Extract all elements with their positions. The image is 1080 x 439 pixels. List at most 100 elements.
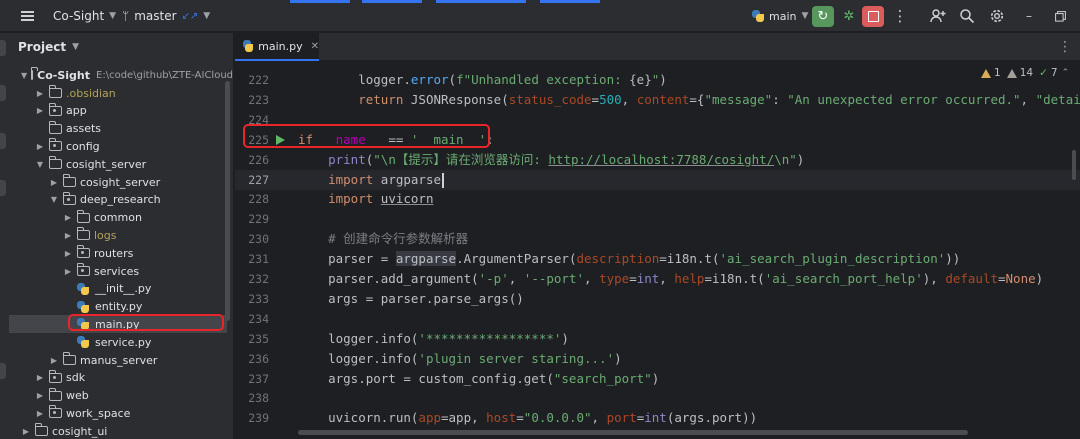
restore-icon[interactable]	[1048, 0, 1072, 32]
line-number[interactable]: 225	[235, 130, 269, 150]
tab-main-py[interactable]: main.py ✕	[235, 33, 319, 61]
code-line[interactable]: 224	[235, 110, 1080, 130]
tree-item[interactable]: service.py	[9, 333, 227, 351]
code-line[interactable]: 239 uvicorn.run(app=app, host="0.0.0.0",…	[235, 408, 1080, 428]
line-number[interactable]: 233	[235, 289, 269, 309]
search-icon[interactable]	[955, 0, 979, 32]
editor-vertical-scrollbar[interactable]	[1072, 150, 1076, 180]
tool-window-button[interactable]	[0, 180, 6, 196]
chevron-right-icon[interactable]: ▶	[49, 356, 59, 365]
chevron-right-icon[interactable]: ▶	[63, 231, 73, 240]
run-configuration-selector[interactable]: main ▼	[752, 0, 808, 32]
chevron-down-icon[interactable]: ▼	[35, 160, 45, 169]
more-vertical-icon[interactable]: ⋮	[888, 0, 912, 32]
chevron-down-icon[interactable]: ▼	[49, 195, 59, 204]
add-user-icon[interactable]	[926, 0, 950, 32]
tool-window-button[interactable]	[0, 363, 6, 379]
project-panel-header[interactable]: Project ▼	[9, 33, 233, 61]
line-number[interactable]: 234	[235, 309, 269, 329]
tree-item[interactable]: ▶ manus_server	[9, 351, 227, 369]
code-line[interactable]: 234	[235, 309, 1080, 329]
tree-item[interactable]: ▶ web	[9, 387, 227, 405]
project-switcher[interactable]: Co-Sight ▼	[53, 0, 116, 32]
run-gutter-icon[interactable]	[276, 134, 285, 145]
code-line[interactable]: 237 args.port = custom_config.get("searc…	[235, 369, 1080, 389]
tree-item[interactable]: assets	[9, 120, 227, 138]
tree-item[interactable]: __init__.py	[9, 280, 227, 298]
line-number[interactable]: 235	[235, 329, 269, 349]
close-icon[interactable]: ✕	[311, 41, 319, 52]
code-line[interactable]: 232 parser.add_argument('-p', '--port', …	[235, 269, 1080, 289]
code-editor[interactable]: 222 logger.error(f"Unhandled exception: …	[235, 62, 1080, 439]
code-line[interactable]: 225 if __name__ == '__main__':	[235, 130, 1080, 150]
tree-item[interactable]: ▶ cosight_ui	[9, 422, 227, 439]
project-tool-button[interactable]	[0, 40, 6, 56]
line-number[interactable]: 229	[235, 209, 269, 229]
line-number[interactable]: 232	[235, 269, 269, 289]
tree-item[interactable]: entity.py	[9, 298, 227, 316]
code-line[interactable]: 228 import uvicorn	[235, 189, 1080, 209]
line-number[interactable]: 226	[235, 150, 269, 170]
line-number[interactable]: 230	[235, 229, 269, 249]
tree-item[interactable]: ▶ config	[9, 137, 227, 155]
branch-switcher[interactable]: ᛘ master ↙↗ ▼	[122, 0, 210, 32]
debug-button[interactable]: ✲	[838, 6, 860, 27]
chevron-right-icon[interactable]: ▶	[21, 427, 31, 436]
code-line[interactable]: 223 return JSONResponse(status_code=500,…	[235, 90, 1080, 110]
line-number[interactable]: 223	[235, 90, 269, 110]
tree-item[interactable]: ▶ cosight_server	[9, 173, 227, 191]
code-line[interactable]: 226 print("\n【提示】请在浏览器访问: http://localho…	[235, 150, 1080, 170]
editor-horizontal-scrollbar[interactable]	[298, 430, 968, 435]
tree-item[interactable]: ▶ app	[9, 102, 227, 120]
inspection-widget[interactable]: 1 14 ✓ 7 ⌃	[981, 66, 1069, 80]
line-number[interactable]: 224	[235, 110, 269, 130]
tree-root[interactable]: ▼ Co-Sight E:\code\github\ZTE-AICloud\C	[9, 66, 233, 84]
code-line[interactable]: 236 logger.info('plugin server staring..…	[235, 349, 1080, 369]
tree-item[interactable]: ▶ sdk	[9, 369, 227, 387]
code-line[interactable]: 229	[235, 209, 1080, 229]
line-number[interactable]: 227	[235, 170, 269, 190]
line-number[interactable]: 237	[235, 369, 269, 389]
tool-window-button[interactable]	[0, 133, 6, 149]
code-line[interactable]: 231 parser = argparse.ArgumentParser(des…	[235, 249, 1080, 269]
settings-icon[interactable]	[985, 0, 1009, 32]
chevron-right-icon[interactable]: ▶	[63, 213, 73, 222]
tree-item[interactable]: ▶ routers	[9, 244, 227, 262]
tree-item[interactable]: ▶ logs	[9, 226, 227, 244]
tree-item[interactable]: ▶ services	[9, 262, 227, 280]
tree-item[interactable]: ▼ deep_research	[9, 191, 227, 209]
tool-window-button[interactable]	[0, 85, 6, 101]
chevron-right-icon[interactable]: ▶	[35, 373, 45, 382]
code-line[interactable]: 227 import argparse	[235, 169, 1080, 190]
tree-item[interactable]: ▶ common	[9, 209, 227, 227]
line-number[interactable]: 228	[235, 189, 269, 209]
chevron-right-icon[interactable]: ▶	[63, 249, 73, 258]
line-number[interactable]: 231	[235, 249, 269, 269]
chevron-right-icon[interactable]: ▶	[35, 89, 45, 98]
more-vertical-icon[interactable]: ⋮	[1058, 33, 1072, 61]
hamburger-menu-icon[interactable]	[14, 0, 40, 32]
minimize-icon[interactable]: –	[1017, 0, 1041, 32]
tree-item[interactable]: main.py	[9, 315, 227, 334]
chevron-right-icon[interactable]: ▶	[63, 267, 73, 276]
tree-item[interactable]: ▶ .obsidian	[9, 84, 227, 102]
tree-item[interactable]: ▼ cosight_server	[9, 155, 227, 173]
line-number[interactable]: 236	[235, 349, 269, 369]
code-line[interactable]: 233 args = parser.parse_args()	[235, 289, 1080, 309]
line-number[interactable]: 239	[235, 408, 269, 428]
chevron-right-icon[interactable]: ▶	[35, 391, 45, 400]
chevron-right-icon[interactable]: ▶	[49, 178, 59, 187]
project-scrollbar[interactable]	[225, 81, 230, 321]
line-number[interactable]: 222	[235, 70, 269, 90]
rerun-button[interactable]: ↻	[812, 6, 834, 27]
line-number[interactable]: 238	[235, 388, 269, 408]
code-line[interactable]: 230 # 创建命令行参数解析器	[235, 229, 1080, 249]
code-line[interactable]: 238	[235, 388, 1080, 408]
stop-button[interactable]	[862, 6, 884, 27]
code-line[interactable]: 222 logger.error(f"Unhandled exception: …	[235, 70, 1080, 90]
tree-item[interactable]: ▶ work_space	[9, 404, 227, 422]
chevron-right-icon[interactable]: ▶	[35, 142, 45, 151]
chevron-right-icon[interactable]: ▶	[35, 106, 45, 115]
code-line[interactable]: 235 logger.info('*****************')	[235, 329, 1080, 349]
chevron-right-icon[interactable]: ▶	[35, 409, 45, 418]
